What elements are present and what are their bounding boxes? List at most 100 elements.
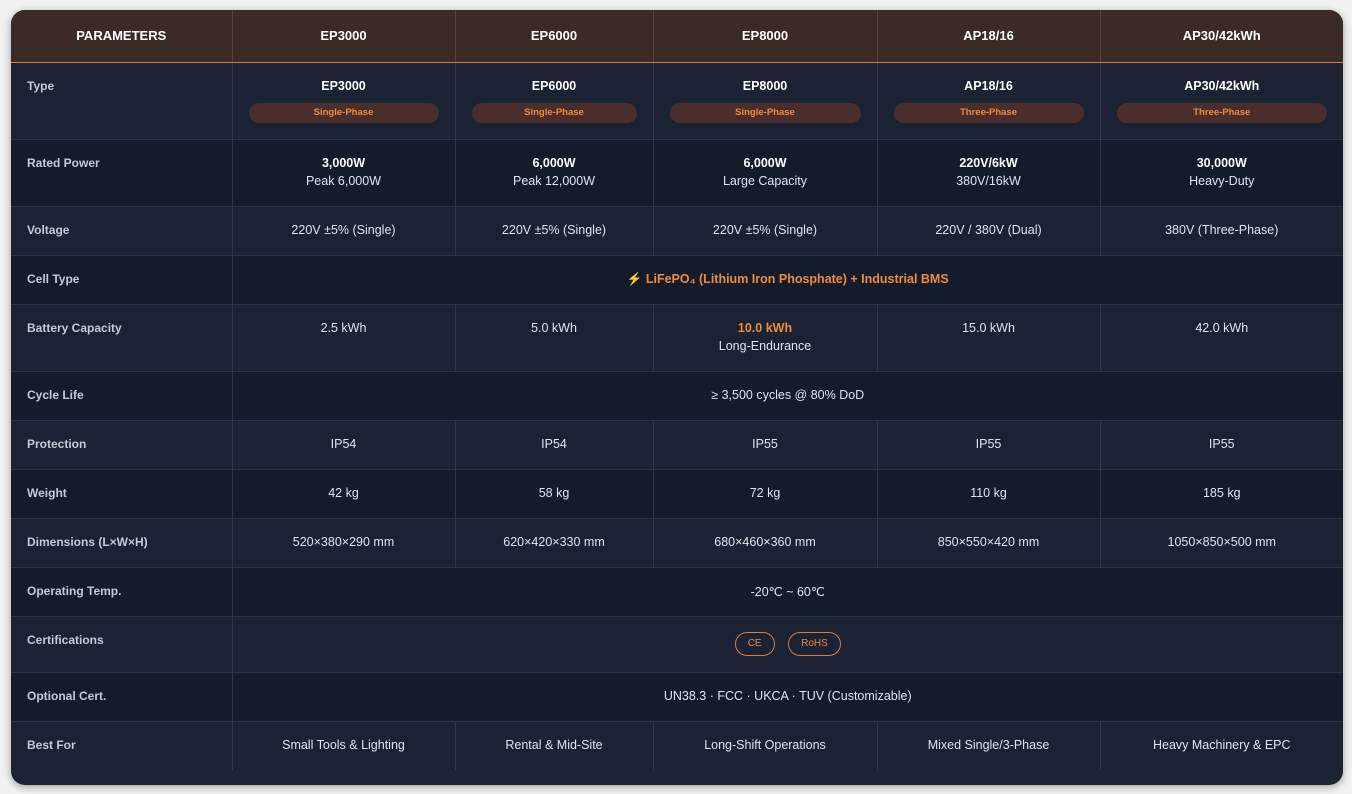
row-protection: Protection IP54 IP54 IP55 IP55 IP55 — [11, 420, 1343, 469]
protection-cell: IP54 — [454, 420, 653, 469]
row-label: Cell Type — [11, 255, 233, 304]
best-for-cell: Long-Shift Operations — [652, 721, 877, 770]
power-cell: 6,000W Peak 12,000W — [454, 139, 653, 206]
power-sub: Peak 12,000W — [513, 173, 595, 188]
capacity-highlight-sub: Long-Endurance — [718, 338, 812, 353]
power-sub: Large Capacity — [722, 173, 808, 188]
model-name: AP18/16 — [964, 78, 1013, 93]
dimensions-cell: 680×460×360 mm — [652, 518, 877, 567]
cell-type-value: ⚡ LiFePO₄ (Lithium Iron Phosphate) + Ind… — [231, 255, 1343, 304]
row-cell-type: Cell Type ⚡ LiFePO₄ (Lithium Iron Phosph… — [11, 255, 1343, 304]
phase-badge: Three-Phase — [893, 102, 1084, 123]
dimensions-cell: 1050×850×500 mm — [1099, 518, 1343, 567]
power-cell: 3,000W Peak 6,000W — [231, 139, 455, 206]
operating-temp-value: -20℃ ~ 60℃ — [231, 567, 1343, 616]
type-cell: AP30/42kWh Three-Phase — [1099, 62, 1343, 139]
row-label: Dimensions (L×W×H) — [11, 518, 233, 567]
header-row: PARAMETERS EP3000 EP6000 EP8000 AP18/16 … — [11, 10, 1343, 63]
capacity-cell: 5.0 kWh — [454, 304, 653, 371]
spec-table: PARAMETERS EP3000 EP6000 EP8000 AP18/16 … — [11, 10, 1343, 770]
weight-cell: 58 kg — [454, 469, 653, 518]
row-label: Battery Capacity — [11, 304, 233, 371]
power-main: 220V/6kW — [959, 155, 1018, 170]
row-voltage: Voltage 220V ±5% (Single) 220V ±5% (Sing… — [11, 206, 1343, 255]
row-label: Weight — [11, 469, 233, 518]
model-name: EP8000 — [742, 78, 788, 93]
row-rated-power: Rated Power 3,000W Peak 6,000W 6,000W Pe… — [11, 139, 1343, 206]
header-model: EP6000 — [454, 10, 653, 63]
row-operating-temp: Operating Temp. -20℃ ~ 60℃ — [11, 567, 1343, 616]
voltage-cell: 220V ±5% (Single) — [231, 206, 455, 255]
phase-badge: Three-Phase — [1116, 102, 1327, 123]
capacity-cell-highlight: 10.0 kWh Long-Endurance — [652, 304, 877, 371]
row-label: Cycle Life — [11, 371, 233, 420]
row-best-for: Best For Small Tools & Lighting Rental &… — [11, 721, 1343, 770]
type-cell: AP18/16 Three-Phase — [876, 62, 1100, 139]
phase-badge: Single-Phase — [471, 102, 637, 123]
weight-cell: 110 kg — [876, 469, 1100, 518]
capacity-cell: 2.5 kWh — [231, 304, 455, 371]
best-for-cell: Mixed Single/3-Phase — [876, 721, 1100, 770]
type-cell: EP8000 Single-Phase — [652, 62, 877, 139]
capacity-cell: 15.0 kWh — [876, 304, 1100, 371]
power-cell: 6,000W Large Capacity — [652, 139, 877, 206]
best-for-cell: Rental & Mid-Site — [454, 721, 653, 770]
model-name: EP6000 — [531, 78, 577, 93]
protection-cell: IP54 — [231, 420, 455, 469]
cert-badge-ce: CE — [734, 632, 775, 656]
row-optional-cert: Optional Cert. UN38.3 · FCC · UKCA · TUV… — [11, 672, 1343, 721]
header-parameters: PARAMETERS — [11, 10, 232, 63]
row-dimensions: Dimensions (L×W×H) 520×380×290 mm 620×42… — [11, 518, 1343, 567]
dimensions-cell: 620×420×330 mm — [454, 518, 653, 567]
model-name: AP30/42kWh — [1184, 78, 1260, 93]
dimensions-cell: 520×380×290 mm — [231, 518, 455, 567]
dimensions-cell: 850×550×420 mm — [876, 518, 1100, 567]
power-main: 6,000W — [532, 155, 576, 170]
model-name: EP3000 — [321, 78, 366, 93]
weight-cell: 185 kg — [1099, 469, 1343, 518]
protection-cell: IP55 — [876, 420, 1100, 469]
voltage-cell: 380V (Three-Phase) — [1099, 206, 1343, 255]
row-label: Certifications — [11, 616, 233, 672]
header-model: EP8000 — [652, 10, 877, 63]
row-label: Optional Cert. — [11, 672, 233, 721]
cycle-life-value: ≥ 3,500 cycles @ 80% DoD — [231, 371, 1343, 420]
power-sub: 380V/16kW — [956, 173, 1021, 188]
row-label: Protection — [11, 420, 233, 469]
weight-cell: 42 kg — [231, 469, 455, 518]
power-main: 30,000W — [1196, 155, 1247, 170]
power-main: 6,000W — [743, 155, 787, 170]
row-label: Best For — [11, 721, 233, 770]
row-type: Type EP3000 Single-Phase EP6000 Single-P… — [11, 62, 1343, 139]
type-cell: EP3000 Single-Phase — [231, 62, 455, 139]
row-label: Voltage — [11, 206, 233, 255]
phase-badge: Single-Phase — [248, 102, 439, 123]
capacity-cell: 42.0 kWh — [1099, 304, 1343, 371]
row-label: Rated Power — [11, 139, 233, 206]
power-sub: Heavy-Duty — [1189, 173, 1255, 188]
type-cell: EP6000 Single-Phase — [454, 62, 653, 139]
phase-badge: Single-Phase — [669, 102, 861, 123]
power-main: 3,000W — [321, 155, 366, 170]
row-label: Type — [11, 62, 233, 139]
certifications-value: CE RoHS — [231, 616, 1343, 672]
power-cell: 220V/6kW 380V/16kW — [876, 139, 1100, 206]
capacity-highlight-value: 10.0 kWh — [737, 320, 793, 335]
row-cycle-life: Cycle Life ≥ 3,500 cycles @ 80% DoD — [11, 371, 1343, 420]
best-for-cell: Small Tools & Lighting — [231, 721, 455, 770]
protection-cell: IP55 — [652, 420, 877, 469]
header-model: AP30/42kWh — [1099, 10, 1343, 63]
voltage-cell: 220V ±5% (Single) — [454, 206, 653, 255]
protection-cell: IP55 — [1099, 420, 1343, 469]
row-certifications: Certifications CE RoHS — [11, 616, 1343, 672]
optional-cert-value: UN38.3 · FCC · UKCA · TUV (Customizable) — [231, 672, 1343, 721]
header-model: AP18/16 — [876, 10, 1100, 63]
row-battery-capacity: Battery Capacity 2.5 kWh 5.0 kWh 10.0 kW… — [11, 304, 1343, 371]
row-weight: Weight 42 kg 58 kg 72 kg 110 kg 185 kg — [11, 469, 1343, 518]
row-label: Operating Temp. — [11, 567, 233, 616]
header-model: EP3000 — [231, 10, 455, 63]
power-cell: 30,000W Heavy-Duty — [1099, 139, 1343, 206]
voltage-cell: 220V / 380V (Dual) — [876, 206, 1100, 255]
cert-badge-rohs: RoHS — [788, 632, 841, 656]
weight-cell: 72 kg — [652, 469, 877, 518]
